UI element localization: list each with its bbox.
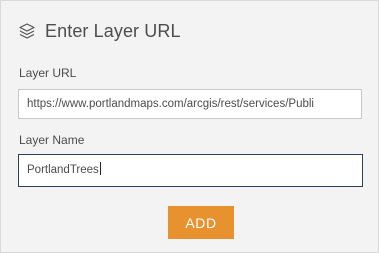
- panel-title: Enter Layer URL: [45, 20, 181, 41]
- layer-url-label: Layer URL: [19, 66, 77, 80]
- add-button[interactable]: ADD: [168, 206, 234, 239]
- text-cursor: [99, 162, 101, 176]
- layer-name-value: PortlandTrees: [27, 164, 99, 176]
- enter-layer-url-panel: Enter Layer URL Layer URL https://www.po…: [0, 0, 379, 253]
- layers-icon: [18, 22, 36, 40]
- layer-url-input[interactable]: https://www.portlandmaps.com/arcgis/rest…: [18, 89, 362, 119]
- layer-name-input[interactable]: PortlandTrees: [18, 154, 363, 187]
- layer-url-value: https://www.portlandmaps.com/arcgis/rest…: [27, 98, 314, 110]
- panel-header: Enter Layer URL: [18, 20, 181, 42]
- layer-name-label: Layer Name: [19, 133, 85, 147]
